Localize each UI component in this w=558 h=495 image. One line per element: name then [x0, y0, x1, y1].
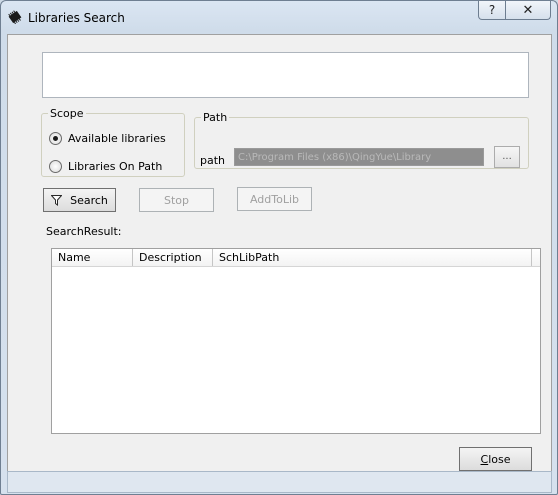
caption-buttons: ? ✕	[478, 1, 551, 21]
close-rest: lose	[488, 452, 511, 466]
browse-button: ...	[494, 146, 520, 168]
title-bar[interactable]: Libraries Search ? ✕	[1, 1, 557, 33]
search-result-label: SearchResult:	[46, 225, 122, 238]
window-title: Libraries Search	[28, 11, 125, 25]
close-window-button[interactable]: ✕	[506, 1, 551, 20]
add-to-lib-button-label: AddToLib	[249, 192, 300, 206]
help-button[interactable]: ?	[478, 1, 506, 20]
path-legend: Path	[203, 111, 228, 124]
close-button-label: Close	[481, 453, 511, 466]
close-icon: ✕	[522, 2, 534, 18]
path-group: Path path C:\Program Files (x86)\QingYue…	[194, 111, 529, 169]
column-header-description[interactable]: Description	[133, 249, 213, 266]
radio-button-unchecked[interactable]	[49, 160, 62, 173]
radio-libraries-on-path[interactable]: Libraries On Path	[49, 160, 162, 173]
search-result-table[interactable]: Name Description SchLibPath	[51, 248, 541, 434]
column-header-schlibpath[interactable]: SchLibPath	[213, 249, 532, 266]
column-header-name[interactable]: Name	[52, 249, 133, 266]
table-header: Name Description SchLibPath	[52, 249, 540, 267]
radio-available-libraries[interactable]: Available libraries	[49, 132, 166, 145]
path-input: C:\Program Files (x86)\QingYue\Library	[234, 148, 484, 166]
scope-group: Scope Available libraries Libraries On P…	[41, 107, 185, 177]
stop-button[interactable]: Stop	[139, 188, 214, 212]
search-button[interactable]: Search	[43, 188, 116, 212]
status-bar	[7, 471, 552, 493]
radio-label-available-libraries: Available libraries	[68, 132, 166, 145]
chip-icon	[8, 10, 22, 24]
filter-icon	[51, 194, 63, 206]
libraries-search-window: Libraries Search ? ✕ Scope Available lib…	[0, 0, 558, 495]
radio-button-checked[interactable]	[49, 132, 62, 145]
close-button[interactable]: Close	[459, 447, 532, 471]
add-to-lib-button[interactable]: AddToLib	[237, 187, 312, 211]
scope-legend: Scope	[50, 107, 84, 120]
stop-button-label: Stop	[163, 193, 189, 207]
path-label: path	[200, 154, 226, 167]
search-button-label: Search	[70, 193, 108, 207]
dialog-body: Scope Available libraries Libraries On P…	[7, 34, 552, 472]
search-input[interactable]	[42, 52, 529, 98]
radio-label-libraries-on-path: Libraries On Path	[68, 160, 163, 173]
help-icon: ?	[488, 3, 496, 17]
